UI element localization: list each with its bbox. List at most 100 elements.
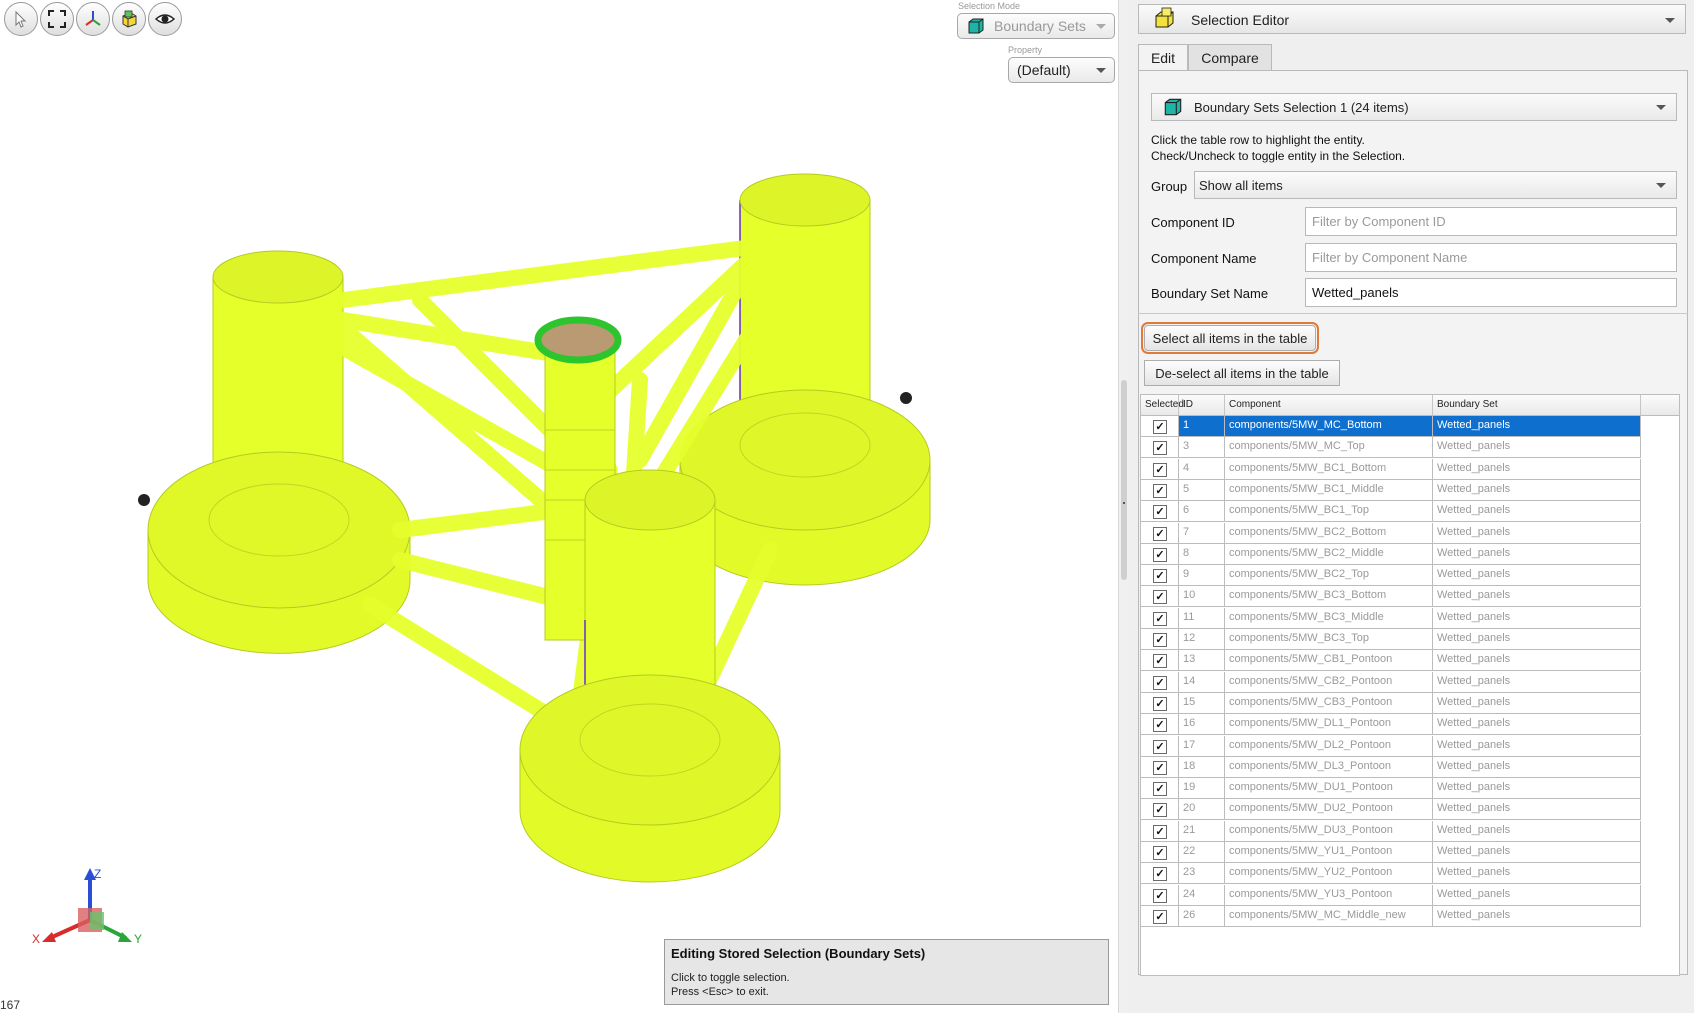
table-row[interactable]: ✓ 24 components/5MW_YU3_Pontoon Wetted_pane… xyxy=(1141,884,1679,906)
axes-triad: Z X Y xyxy=(32,868,142,946)
component-name-label: Component Name xyxy=(1151,251,1257,266)
component-id-filter-input[interactable] xyxy=(1305,207,1677,236)
row-checkbox[interactable]: ✓ xyxy=(1153,526,1167,541)
table-row[interactable]: ✓ 8 components/5MW_BC2_Middle Wetted_panels xyxy=(1141,543,1679,565)
row-checkbox[interactable]: ✓ xyxy=(1153,782,1167,797)
table-row[interactable]: ✓ 11 components/5MW_BC3_Middle Wetted_panel… xyxy=(1141,607,1679,629)
row-checkbox[interactable]: ✓ xyxy=(1153,654,1167,669)
column-bc1[interactable] xyxy=(138,250,411,654)
table-row[interactable]: ✓ 4 components/5MW_BC1_Bottom Wetted_panels xyxy=(1141,458,1679,480)
component-cell: components/5MW_DU1_Pontoon xyxy=(1225,778,1433,800)
table-row[interactable]: ✓ 26 components/5MW_MC_Middle_new Wetted_pa… xyxy=(1141,905,1679,927)
row-checkbox[interactable]: ✓ xyxy=(1153,846,1167,860)
selected-cell: ✓ xyxy=(1141,586,1179,608)
table-row[interactable]: ✓ 9 components/5MW_BC2_Top Wetted_panels xyxy=(1141,565,1679,587)
row-checkbox[interactable]: ✓ xyxy=(1153,569,1167,584)
boundary-set-cell: Wetted_panels xyxy=(1433,501,1641,523)
row-checkbox[interactable]: ✓ xyxy=(1153,867,1167,882)
header-component[interactable]: Component xyxy=(1225,395,1433,415)
table-row[interactable]: ✓ 10 components/5MW_BC3_Bottom Wetted_panel… xyxy=(1141,586,1679,608)
selected-cell: ✓ xyxy=(1141,543,1179,565)
splitter-scrollbar[interactable] xyxy=(1121,380,1127,580)
table-row[interactable]: ✓ 5 components/5MW_BC1_Middle Wetted_panels xyxy=(1141,479,1679,501)
component-cell: components/5MW_BC3_Middle xyxy=(1225,607,1433,629)
table-row[interactable]: ✓ 23 components/5MW_YU2_Pontoon Wetted_pane… xyxy=(1141,863,1679,885)
table-row[interactable]: ✓ 1 components/5MW_MC_Bottom Wetted_panels xyxy=(1141,416,1679,437)
group-dropdown[interactable]: Show all items xyxy=(1194,171,1677,199)
platform-mesh[interactable] xyxy=(0,0,1118,1013)
row-checkbox[interactable]: ✓ xyxy=(1153,760,1167,775)
boundary-set-cell: Wetted_panels xyxy=(1433,799,1641,821)
id-cell: 19 xyxy=(1179,778,1225,800)
table-row[interactable]: ✓ 19 components/5MW_DU1_Pontoon Wetted_pane… xyxy=(1141,778,1679,800)
table-row[interactable]: ✓ 21 components/5MW_DU3_Pontoon Wetted_pane… xyxy=(1141,820,1679,842)
id-cell: 14 xyxy=(1179,671,1225,693)
selection-editor-icon xyxy=(1155,7,1174,28)
row-checkbox[interactable]: ✓ xyxy=(1153,505,1167,520)
row-checkbox[interactable]: ✓ xyxy=(1153,696,1167,711)
table-row[interactable]: ✓ 16 components/5MW_DL1_Pontoon Wetted_pane… xyxy=(1141,714,1679,736)
selected-cell: ✓ xyxy=(1141,756,1179,778)
row-checkbox[interactable]: ✓ xyxy=(1153,803,1167,818)
stored-selection-dropdown[interactable]: Boundary Sets Selection 1 (24 items) xyxy=(1151,93,1677,121)
axis-y-label: Y xyxy=(134,932,142,946)
row-checkbox[interactable]: ✓ xyxy=(1153,441,1167,456)
select-all-button[interactable]: Select all items in the table xyxy=(1141,322,1319,354)
table-row[interactable]: ✓ 13 components/5MW_CB1_Pontoon Wetted_pane… xyxy=(1141,650,1679,672)
row-checkbox[interactable]: ✓ xyxy=(1153,888,1167,903)
deselect-all-button[interactable]: De-select all items in the table xyxy=(1144,360,1340,386)
boundary-set-cell: Wetted_panels xyxy=(1433,884,1641,906)
id-cell: 26 xyxy=(1179,905,1225,927)
boundary-set-cell: Wetted_panels xyxy=(1433,607,1641,629)
row-checkbox[interactable]: ✓ xyxy=(1153,718,1167,733)
id-cell: 15 xyxy=(1179,692,1225,714)
tab-compare[interactable]: Compare xyxy=(1188,44,1272,70)
table-row[interactable]: ✓ 14 components/5MW_CB2_Pontoon Wetted_pane… xyxy=(1141,671,1679,693)
row-checkbox[interactable]: ✓ xyxy=(1153,739,1167,754)
row-checkbox[interactable]: ✓ xyxy=(1153,590,1167,605)
help-text-2: Check/Uncheck to toggle entity in the Se… xyxy=(1151,149,1406,163)
selected-cell: ✓ xyxy=(1141,905,1179,927)
row-checkbox[interactable]: ✓ xyxy=(1153,909,1167,924)
table-row[interactable]: ✓ 15 components/5MW_CB3_Pontoon Wetted_pane… xyxy=(1141,692,1679,714)
component-cell: components/5MW_CB1_Pontoon xyxy=(1225,650,1433,672)
header-id[interactable]: ID xyxy=(1179,395,1225,415)
3d-viewport[interactable]: Selection Mode Boundary Sets Property (D… xyxy=(0,0,1130,1013)
selected-cell: ✓ xyxy=(1141,778,1179,800)
axis-x-label: X xyxy=(32,932,40,946)
header-selected[interactable]: Selected xyxy=(1141,395,1184,415)
header-boundary-set[interactable]: Boundary Set xyxy=(1433,395,1641,415)
row-checkbox[interactable]: ✓ xyxy=(1153,483,1167,498)
selected-cell: ✓ xyxy=(1141,650,1179,672)
row-checkbox[interactable]: ✓ xyxy=(1153,462,1167,477)
table-row[interactable]: ✓ 18 components/5MW_DL3_Pontoon Wetted_pane… xyxy=(1141,756,1679,778)
hint-line-1: Click to toggle selection. xyxy=(671,972,790,984)
table-row[interactable]: ✓ 22 components/5MW_YU1_Pontoon Wetted_pane… xyxy=(1141,842,1679,863)
panel-title-dropdown[interactable]: Selection Editor xyxy=(1138,4,1686,34)
boundary-set-cell: Wetted_panels xyxy=(1433,692,1641,714)
table-row[interactable]: ✓ 6 components/5MW_BC1_Top Wetted_panels xyxy=(1141,501,1679,523)
table-row[interactable]: ✓ 7 components/5MW_BC2_Bottom Wetted_panels xyxy=(1141,522,1679,544)
table-row[interactable]: ✓ 20 components/5MW_DU2_Pontoon Wetted_pane… xyxy=(1141,799,1679,821)
selection-table[interactable]: Selected ID Component Boundary Set ✓ 1 com… xyxy=(1140,394,1680,976)
table-row[interactable]: ✓ 12 components/5MW_BC3_Top Wetted_panels xyxy=(1141,629,1679,650)
row-checkbox[interactable]: ✓ xyxy=(1153,611,1167,626)
id-cell: 5 xyxy=(1179,479,1225,501)
id-cell: 7 xyxy=(1179,522,1225,544)
row-checkbox[interactable]: ✓ xyxy=(1153,633,1167,647)
component-cell: components/5MW_MC_Middle_new xyxy=(1225,905,1433,927)
tab-edit[interactable]: Edit xyxy=(1138,44,1188,70)
row-checkbox[interactable]: ✓ xyxy=(1153,547,1167,562)
boundary-set-name-input[interactable] xyxy=(1305,278,1677,307)
hint-line-2: Press <Esc> to exit. xyxy=(671,986,769,998)
table-row[interactable]: ✓ 17 components/5MW_DL2_Pontoon Wetted_pane… xyxy=(1141,735,1679,757)
component-cell: components/5MW_BC2_Middle xyxy=(1225,543,1433,565)
row-checkbox[interactable]: ✓ xyxy=(1153,675,1167,690)
component-cell: components/5MW_BC1_Middle xyxy=(1225,479,1433,501)
component-name-filter-input[interactable] xyxy=(1305,243,1677,272)
row-checkbox[interactable]: ✓ xyxy=(1153,824,1167,839)
row-checkbox[interactable]: ✓ xyxy=(1153,420,1167,434)
table-row[interactable]: ✓ 3 components/5MW_MC_Top Wetted_panels xyxy=(1141,437,1679,459)
selected-cell: ✓ xyxy=(1141,735,1179,757)
selected-cell: ✓ xyxy=(1141,842,1179,863)
